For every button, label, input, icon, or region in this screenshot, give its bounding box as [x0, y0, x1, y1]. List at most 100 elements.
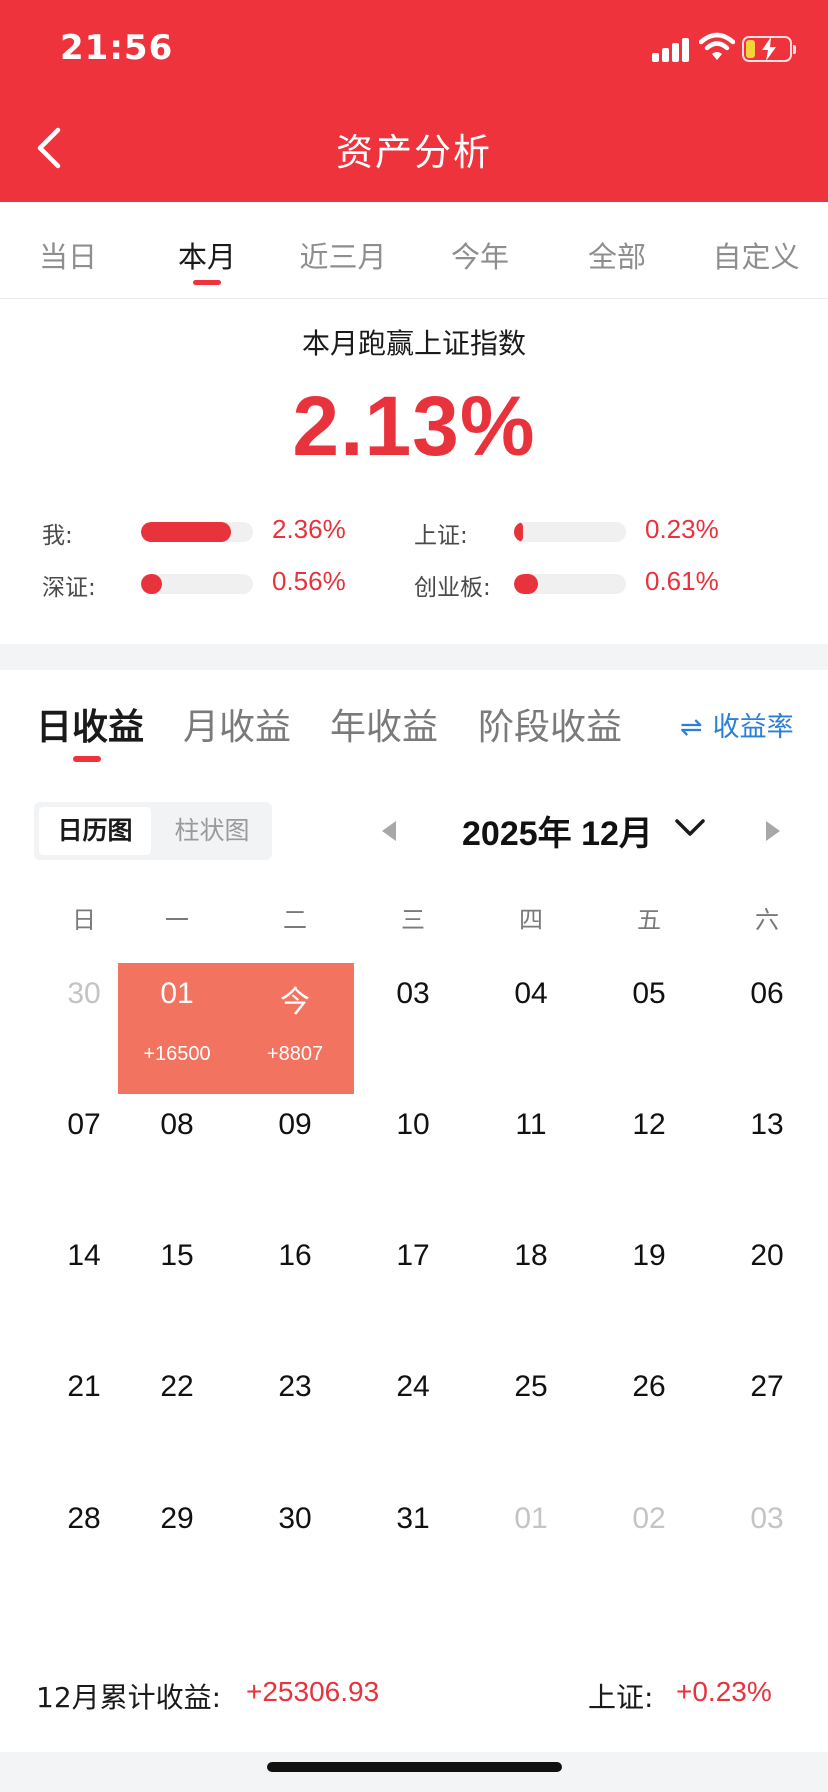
- calendar-day[interactable]: 04: [472, 963, 590, 1094]
- calendar-day[interactable]: 29: [118, 1488, 236, 1619]
- day-number: 29: [160, 1502, 194, 1535]
- comparison-bar-fill: [141, 522, 231, 542]
- day-number: 20: [750, 1239, 784, 1272]
- calendar-day[interactable]: 17: [354, 1225, 472, 1356]
- calendar-day[interactable]: 27: [708, 1356, 826, 1487]
- day-number: 01: [514, 1502, 548, 1535]
- calendar-day[interactable]: 01: [472, 1488, 590, 1619]
- tab-custom[interactable]: 自定义: [696, 234, 816, 276]
- comparison-bar-me: [141, 522, 253, 542]
- calendar-day[interactable]: 26: [590, 1356, 708, 1487]
- day-number: 27: [750, 1370, 784, 1403]
- comparison-bar-fill: [514, 522, 523, 542]
- calendar-day[interactable]: 03: [708, 1488, 826, 1619]
- next-month-icon[interactable]: [766, 821, 780, 841]
- calendar-day[interactable]: 11: [472, 1094, 590, 1225]
- calendar-day[interactable]: 05: [590, 963, 708, 1094]
- day-number: 24: [396, 1370, 430, 1403]
- calendar-day[interactable]: 09: [236, 1094, 354, 1225]
- calendar-day[interactable]: 20: [708, 1225, 826, 1356]
- active-earnings-tab-indicator: [73, 756, 101, 762]
- index-label: 上证:: [588, 1681, 654, 1714]
- calendar-day[interactable]: 18: [472, 1225, 590, 1356]
- comparison-value-shenzhen: 0.56%: [272, 566, 346, 596]
- day-earnings: +16500: [143, 1043, 211, 1065]
- comparison-label-shenzhen: 深证:: [42, 575, 96, 601]
- weekday-label: 三: [401, 906, 425, 934]
- day-number: 16: [278, 1239, 312, 1272]
- period-tab-bar: 当日 本月 近三月 今年 全部 自定义: [0, 202, 828, 299]
- day-number: 15: [160, 1239, 194, 1272]
- weekday-label: 五: [637, 906, 661, 934]
- swap-icon: ⇌: [680, 712, 703, 743]
- tab-this-year[interactable]: 今年: [420, 234, 540, 276]
- app-header: 21:56 资产分析: [0, 0, 828, 202]
- comparison-label-shanghai: 上证:: [414, 523, 468, 549]
- day-number: 26: [632, 1370, 666, 1403]
- summary-title: 本月跑赢上证指数: [301, 327, 526, 360]
- calendar-day[interactable]: 13: [708, 1094, 826, 1225]
- bar-chart-view-button[interactable]: 柱状图: [156, 807, 268, 855]
- calendar-day[interactable]: 03: [354, 963, 472, 1094]
- day-number: 04: [514, 977, 548, 1010]
- calendar-day[interactable]: 19: [590, 1225, 708, 1356]
- yield-rate-toggle[interactable]: ⇌ 收益率: [680, 705, 794, 744]
- weekday-label: 四: [519, 906, 543, 934]
- calendar-day[interactable]: 06: [708, 963, 826, 1094]
- comparison-label-chinext: 创业板:: [414, 575, 491, 601]
- day-number: 09: [278, 1108, 312, 1141]
- section-divider: [0, 644, 828, 670]
- month-label[interactable]: 2025年 12月: [462, 806, 653, 855]
- calendar-day-profit[interactable]: 今 +8807: [236, 963, 354, 1094]
- comparison-bar-shenzhen: [141, 574, 253, 594]
- tab-yearly-earnings[interactable]: 年收益: [330, 698, 438, 750]
- day-number: 25: [514, 1370, 548, 1403]
- calendar-day[interactable]: 22: [118, 1356, 236, 1487]
- tab-all[interactable]: 全部: [557, 234, 677, 276]
- day-number: 13: [750, 1108, 784, 1141]
- calendar-day[interactable]: 15: [118, 1225, 236, 1356]
- day-number: 06: [750, 977, 784, 1010]
- weekday-label: 日: [72, 906, 96, 934]
- previous-month-icon[interactable]: [382, 821, 396, 841]
- calendar-day[interactable]: 16: [236, 1225, 354, 1356]
- monthly-total-value: +25306.93: [246, 1676, 380, 1707]
- chevron-down-icon[interactable]: [672, 812, 708, 842]
- comparison-label-me: 我:: [42, 523, 73, 549]
- calendar-view-button[interactable]: 日历图: [39, 807, 151, 855]
- calendar-day[interactable]: 31: [354, 1488, 472, 1619]
- calendar-day[interactable]: 24: [354, 1356, 472, 1487]
- tab-period-earnings[interactable]: 阶段收益: [478, 698, 622, 750]
- status-bar: 21:56: [0, 0, 828, 100]
- calendar-day-profit[interactable]: 01 +16500: [118, 963, 236, 1094]
- tab-daily-earnings[interactable]: 日收益: [36, 698, 144, 750]
- home-indicator[interactable]: [267, 1762, 562, 1772]
- calendar-day[interactable]: 12: [590, 1094, 708, 1225]
- comparison-value-shanghai: 0.23%: [645, 514, 719, 544]
- tab-last-three-months[interactable]: 近三月: [283, 234, 403, 276]
- day-number: 11: [515, 1108, 547, 1141]
- calendar-day[interactable]: 30: [236, 1488, 354, 1619]
- day-number: 22: [160, 1370, 194, 1403]
- comparison-bar-fill: [514, 574, 538, 594]
- day-earnings: +8807: [266, 1043, 324, 1065]
- comparison-bar-chinext: [514, 574, 626, 594]
- day-number: 01: [160, 977, 194, 1010]
- calendar-day[interactable]: 02: [590, 1488, 708, 1619]
- day-number: 02: [632, 1502, 666, 1535]
- tab-monthly-earnings[interactable]: 月收益: [183, 698, 291, 750]
- calendar-day[interactable]: 10: [354, 1094, 472, 1225]
- tab-today[interactable]: 当日: [8, 234, 128, 276]
- day-number: 08: [160, 1108, 194, 1141]
- calendar-day[interactable]: 08: [118, 1094, 236, 1225]
- weekday-label: 二: [283, 906, 307, 934]
- calendar-day[interactable]: 25: [472, 1356, 590, 1487]
- day-number: 12: [632, 1108, 666, 1141]
- weekday-label: 六: [755, 906, 779, 934]
- weekday-label: 一: [165, 906, 189, 934]
- calendar-day[interactable]: 23: [236, 1356, 354, 1487]
- page-title: 资产分析: [336, 131, 492, 174]
- wifi-icon: [699, 32, 735, 60]
- day-number: 18: [514, 1239, 548, 1272]
- tab-this-month[interactable]: 本月: [147, 234, 267, 276]
